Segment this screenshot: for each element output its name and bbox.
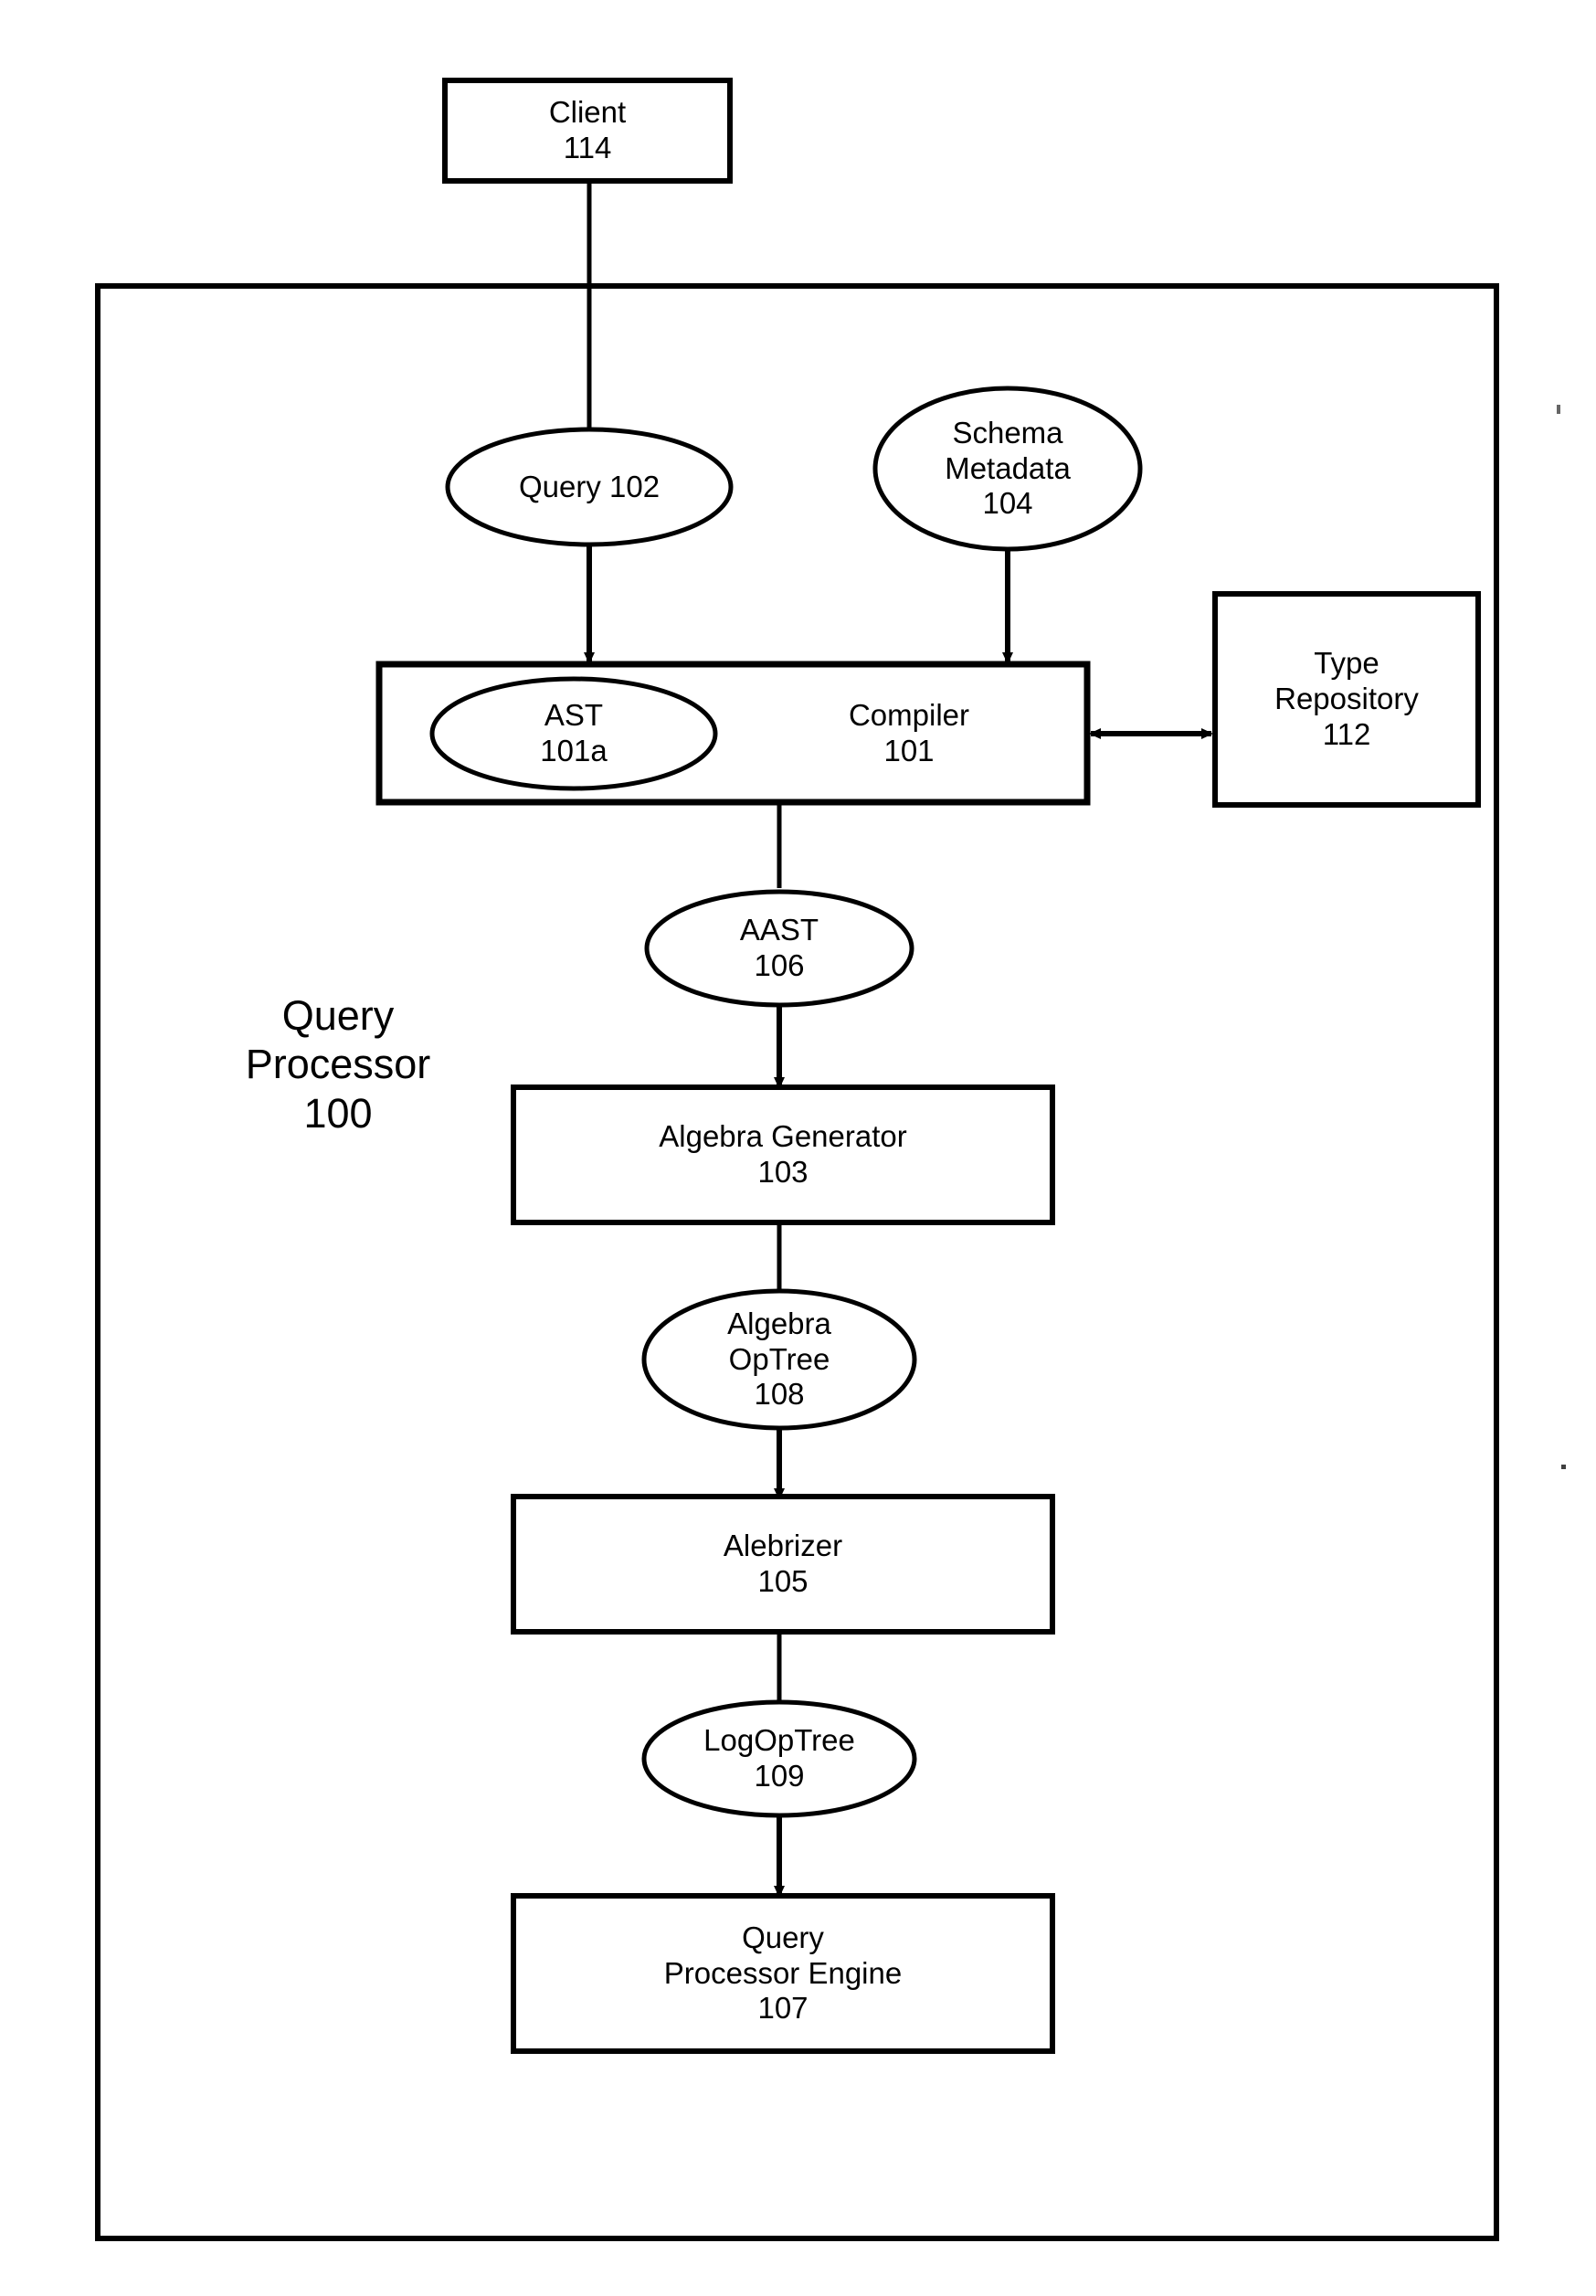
algebra-generator-label-line1: Algebra Generator xyxy=(659,1119,907,1154)
compiler-box-label: Compiler 101 xyxy=(772,679,1046,788)
algebra-optree-label-line2: OpTree xyxy=(728,1341,830,1376)
client-label-line2: 114 xyxy=(563,131,612,164)
algebra-generator-label-line2: 103 xyxy=(757,1155,809,1189)
algebra-optree-label-line3: 108 xyxy=(754,1377,805,1412)
aast-label-line1: AAST xyxy=(739,913,819,947)
client-label-line1: Client xyxy=(548,95,627,130)
compiler-label-line2: 101 xyxy=(883,734,935,767)
query-processor-engine-label-line3: 107 xyxy=(757,1991,809,2026)
query-processor-label-line3: 100 xyxy=(303,1089,373,1137)
alebrizer-box-label: Alebrizer 105 xyxy=(513,1497,1052,1632)
type-repository-label-line2: Repository xyxy=(1274,682,1419,716)
ast-ellipse-label: AST 101a xyxy=(432,679,715,788)
aast-label-line2: 106 xyxy=(754,948,805,982)
algebra-optree-label-line1: Algebra xyxy=(727,1306,831,1340)
logoptree-label-line1: LogOpTree xyxy=(703,1723,855,1758)
query-ellipse-label: Query 102 xyxy=(448,429,731,545)
schema-metadata-label-line1: Schema xyxy=(952,415,1063,450)
query-processor-container-label: Query Processor 100 xyxy=(164,973,512,1156)
figure-canvas: Client 114 Query 102 Schema Metadata 104… xyxy=(0,0,1596,2296)
algebra-generator-box-label: Algebra Generator 103 xyxy=(513,1087,1052,1222)
query-processor-engine-label-line1: Query xyxy=(742,1920,824,1954)
logoptree-ellipse-label: LogOpTree 109 xyxy=(644,1702,914,1815)
compiler-label-line1: Compiler xyxy=(848,698,970,733)
logoptree-label-line2: 109 xyxy=(754,1759,805,1793)
schema-metadata-label-line2: Metadata xyxy=(945,450,1071,485)
query-label-line1: Query 102 xyxy=(518,469,661,503)
query-processor-engine-box-label: Query Processor Engine 107 xyxy=(513,1896,1052,2051)
ast-label-line1: AST xyxy=(544,698,604,733)
schema-metadata-ellipse-label: Schema Metadata 104 xyxy=(875,388,1140,549)
schema-metadata-label-line3: 104 xyxy=(982,486,1033,521)
type-repository-box-label: Type Repository 112 xyxy=(1215,594,1478,805)
type-repository-label-line3: 112 xyxy=(1322,716,1371,751)
scan-artifact-speck xyxy=(1561,1465,1566,1469)
aast-ellipse-label: AAST 106 xyxy=(647,892,912,1005)
algebra-optree-ellipse-label: Algebra OpTree 108 xyxy=(644,1279,914,1440)
scan-artifact-speck xyxy=(1557,405,1560,414)
query-processor-label-line2: Processor xyxy=(245,1041,431,1088)
type-repository-label-line1: Type xyxy=(1314,646,1379,681)
ast-label-line2: 101a xyxy=(540,734,608,767)
alebrizer-label-line2: 105 xyxy=(757,1564,809,1598)
client-box-label: Client 114 xyxy=(445,80,730,181)
alebrizer-label-line1: Alebrizer xyxy=(723,1529,843,1563)
query-processor-engine-label-line2: Processor Engine xyxy=(663,1955,903,1990)
query-processor-label-line1: Query xyxy=(281,992,395,1040)
